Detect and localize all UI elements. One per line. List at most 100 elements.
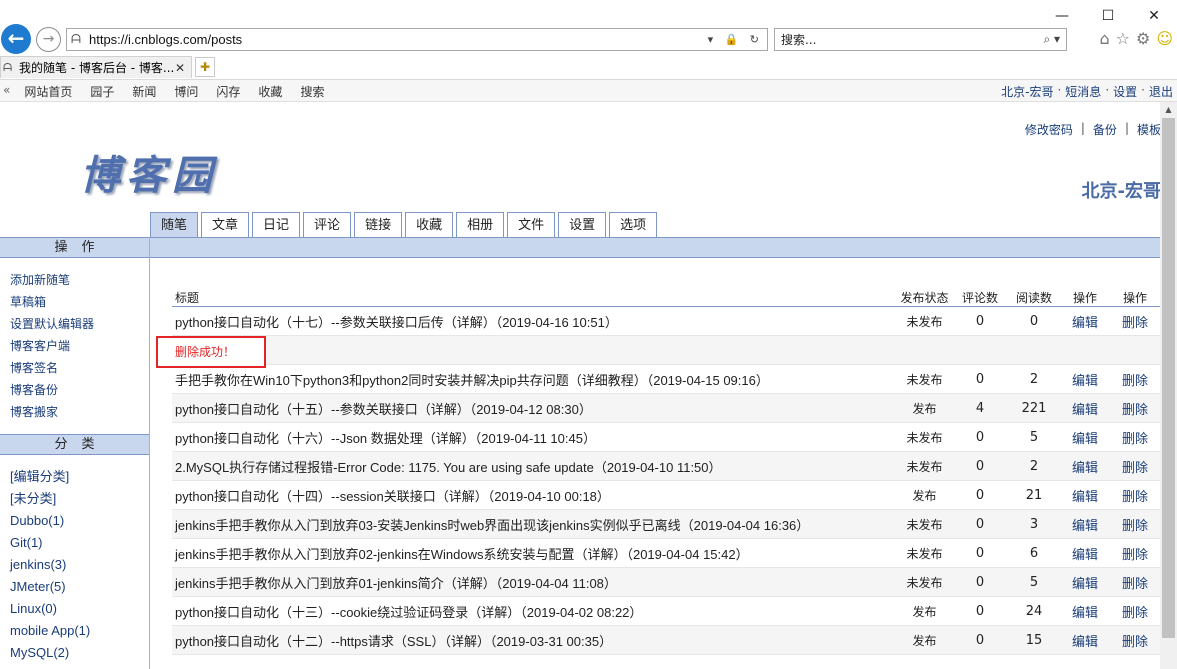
sidebar-item-drafts[interactable]: 草稿箱 [10, 292, 149, 314]
sidebar-item-jmeter[interactable]: JMeter(5) [10, 577, 149, 599]
maximize-button[interactable]: ☐ [1085, 6, 1131, 26]
search-input[interactable]: 搜索... [781, 31, 1043, 48]
nav-search[interactable]: 搜索 [300, 83, 324, 100]
sidebar-item-add-post[interactable]: 添加新随笔 [10, 270, 149, 292]
edit-link[interactable]: 编辑 [1060, 370, 1110, 389]
edit-link[interactable]: 编辑 [1060, 312, 1110, 331]
nav-username[interactable]: 北京-宏哥 [1001, 83, 1053, 100]
forward-button[interactable]: → [36, 27, 61, 52]
post-title[interactable]: python接口自动化（十五）--参数关联接口（详解）（2019-04-12 0… [172, 399, 897, 418]
delete-link[interactable]: 删除 [1110, 457, 1160, 476]
minimize-button[interactable]: — [1039, 6, 1085, 26]
nav-news[interactable]: 新闻 [132, 83, 156, 100]
post-title[interactable]: 2.MySQL执行存储过程报错-Error Code: 1175. You ar… [172, 457, 897, 476]
sidebar-item-default-editor[interactable]: 设置默认编辑器 [10, 314, 149, 336]
url-text[interactable]: https://i.cnblogs.com/posts [89, 32, 708, 47]
delete-link[interactable]: 删除 [1110, 312, 1160, 331]
tab-albums[interactable]: 相册 [456, 212, 505, 238]
template-link[interactable]: 模板 [1137, 121, 1161, 138]
delete-link[interactable]: 删除 [1110, 515, 1160, 534]
post-title[interactable]: jenkins手把手教你从入门到放弃03-安装Jenkins时web界面出现该j… [172, 515, 897, 534]
tab-options[interactable]: 选项 [609, 212, 658, 238]
sidebar-item-backup[interactable]: 博客备份 [10, 380, 149, 402]
browser-tab[interactable]: ᗩ 我的随笔 - 博客后台 - 博客... ✕ [0, 56, 192, 78]
edit-link[interactable]: 编辑 [1060, 515, 1110, 534]
post-title[interactable]: python接口自动化（十七）--参数关联接口后传（详解）（2019-04-16… [172, 312, 897, 331]
sidebar-item-migrate[interactable]: 博客搬家 [10, 402, 149, 424]
delete-link[interactable]: 删除 [1110, 602, 1160, 621]
backup-link[interactable]: 备份 [1093, 121, 1117, 138]
home-icon[interactable]: ⌂ [1099, 29, 1109, 48]
delete-link[interactable]: 删除 [1110, 399, 1160, 418]
tab-links[interactable]: 链接 [354, 212, 403, 238]
search-box[interactable]: 搜索... ⌕ ▾ [774, 28, 1067, 51]
edit-link[interactable]: 编辑 [1060, 631, 1110, 650]
delete-link[interactable]: 删除 [1110, 370, 1160, 389]
delete-link[interactable]: 删除 [1110, 428, 1160, 447]
change-password-link[interactable]: 修改密码 [1025, 121, 1073, 138]
post-title[interactable]: python接口自动化（十四）--session关联接口（详解）（2019-04… [172, 486, 897, 505]
sidebar-item-linux[interactable]: Linux(0) [10, 599, 149, 621]
post-title[interactable]: python接口自动化（十三）--cookie绕过验证码登录（详解）（2019-… [172, 602, 897, 621]
nav-home[interactable]: 网站首页 [24, 83, 72, 100]
post-status: 发布 [912, 604, 937, 619]
nav-garden[interactable]: 园子 [90, 83, 114, 100]
edit-link[interactable]: 编辑 [1060, 573, 1110, 592]
sidebar-item-dubbo[interactable]: Dubbo(1) [10, 511, 149, 533]
scroll-up-icon[interactable]: ▲ [1160, 102, 1177, 118]
gear-icon[interactable]: ⚙ [1136, 29, 1150, 48]
tab-favorites[interactable]: 收藏 [405, 212, 454, 238]
vertical-scrollbar[interactable]: ▲ [1160, 102, 1177, 669]
post-title[interactable]: 手把手教你在Win10下python3和python2同时安装并解决pip共存问… [172, 370, 897, 389]
tab-diary[interactable]: 日记 [252, 212, 301, 238]
search-icon[interactable]: ⌕ ▾ [1043, 32, 1060, 47]
delete-link[interactable]: 删除 [1110, 631, 1160, 650]
post-title[interactable]: python接口自动化（十六）--Json 数据处理（详解）（2019-04-1… [172, 428, 897, 447]
edit-link[interactable]: 编辑 [1060, 399, 1110, 418]
tab-settings[interactable]: 设置 [558, 212, 607, 238]
sidebar-item-uncategorized[interactable]: [未分类] [10, 489, 149, 511]
nav-logout[interactable]: 退出 [1149, 83, 1173, 100]
edit-link[interactable]: 编辑 [1060, 457, 1110, 476]
sidebar-item-edit-categories[interactable]: [编辑分类] [10, 467, 149, 489]
sidebar-item-client[interactable]: 博客客户端 [10, 336, 149, 358]
scrollbar-thumb[interactable] [1162, 118, 1175, 638]
delete-link[interactable]: 删除 [1110, 544, 1160, 563]
post-comments: 0 [975, 458, 985, 474]
edit-link[interactable]: 编辑 [1060, 602, 1110, 621]
address-tools[interactable]: ▾ 🔒 ↻ [708, 33, 763, 46]
back-button[interactable]: ← [1, 24, 31, 54]
nav-favorites[interactable]: 收藏 [258, 83, 282, 100]
nav-flash[interactable]: 闪存 [216, 83, 240, 100]
edit-link[interactable]: 编辑 [1060, 544, 1110, 563]
smiley-icon[interactable]: ☺ [1156, 29, 1173, 48]
post-status: 发布 [912, 488, 937, 503]
nav-settings[interactable]: 设置 [1113, 83, 1137, 100]
sidebar-item-mobile-app[interactable]: mobile App(1) [10, 621, 149, 643]
post-title[interactable]: python接口自动化（十二）--https请求（SSL）（详解）（2019-0… [172, 631, 897, 650]
sidebar-item-git[interactable]: Git(1) [10, 533, 149, 555]
separator: · [1141, 83, 1145, 97]
close-button[interactable]: ✕ [1131, 6, 1177, 26]
sidebar-item-jenkins[interactable]: jenkins(3) [10, 555, 149, 577]
nav-qa[interactable]: 博问 [174, 83, 198, 100]
tab-posts[interactable]: 随笔 [150, 212, 199, 238]
edit-link[interactable]: 编辑 [1060, 486, 1110, 505]
tab-comments[interactable]: 评论 [303, 212, 352, 238]
close-tab-icon[interactable]: ✕ [175, 61, 185, 75]
nav-messages[interactable]: 短消息 [1065, 83, 1101, 100]
delete-link[interactable]: 删除 [1110, 573, 1160, 592]
edit-link[interactable]: 编辑 [1060, 428, 1110, 447]
new-tab-button[interactable]: ✚ [195, 57, 215, 77]
star-icon[interactable]: ☆ [1116, 29, 1130, 48]
tab-files[interactable]: 文件 [507, 212, 556, 238]
tab-articles[interactable]: 文章 [201, 212, 250, 238]
sidebar-item-signature[interactable]: 博客签名 [10, 358, 149, 380]
delete-link[interactable]: 删除 [1110, 486, 1160, 505]
main-tabs: 随笔 文章 日记 评论 链接 收藏 相册 文件 设置 选项 [150, 212, 658, 238]
post-title[interactable]: jenkins手把手教你从入门到放弃01-jenkins简介（详解）（2019-… [172, 573, 897, 592]
address-bar[interactable]: ᗩ https://i.cnblogs.com/posts ▾ 🔒 ↻ [66, 28, 768, 51]
post-title[interactable]: jenkins手把手教你从入门到放弃02-jenkins在Windows系统安装… [172, 544, 897, 563]
sidebar-item-mysql[interactable]: MySQL(2) [10, 643, 149, 665]
site-logo[interactable]: 博客园 [80, 143, 218, 201]
